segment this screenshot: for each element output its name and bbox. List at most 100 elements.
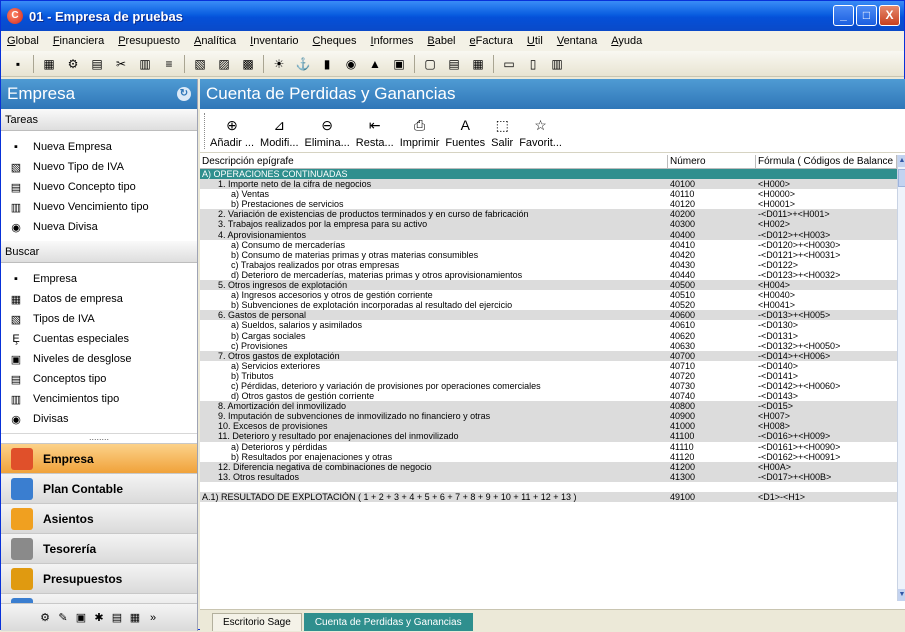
menu-presupuesto[interactable]: Presupuesto: [118, 35, 180, 47]
table-row[interactable]: b) Prestaciones de servicios 40120 <H0001>: [200, 199, 897, 209]
toolbar-grip[interactable]: [204, 113, 207, 149]
table-row[interactable]: d) Otros gastos de gestión corriente 4074…: [200, 391, 897, 401]
more-icon[interactable]: »: [146, 610, 161, 625]
module2-icon[interactable]: ✎: [56, 610, 71, 625]
table-row[interactable]: a) Ventas 40110 <H0000>: [200, 189, 897, 199]
tab-perdidas-ganancias[interactable]: Cuenta de Perdidas y Ganancias: [303, 613, 473, 631]
close-button[interactable]: X: [879, 5, 900, 26]
menu-financiera[interactable]: Financiera: [53, 35, 104, 47]
table-row[interactable]: 2. Variación de existencias de productos…: [200, 209, 897, 220]
menu-global[interactable]: Global: [7, 35, 39, 47]
dh-icon[interactable]: ▩: [239, 55, 257, 73]
table-icon[interactable]: ▤: [445, 55, 463, 73]
table-row[interactable]: 7. Otros gastos de explotación 40700 -<D01…: [200, 350, 897, 361]
tab-escritorio-sage[interactable]: Escritorio Sage: [212, 613, 302, 631]
bulb-icon[interactable]: ☀: [270, 55, 288, 73]
print-preview-icon[interactable]: ▢: [421, 55, 439, 73]
scroll-down-arrow[interactable]: ▼: [898, 589, 905, 601]
tasks-section-header[interactable]: Tareas: [1, 109, 197, 131]
column-header-formula[interactable]: Fórmula ( Códigos de Balance ): [756, 155, 897, 168]
scroll-up-arrow[interactable]: ▲: [898, 155, 905, 167]
table-row[interactable]: c) Pérdidas, deterioro y variación de pr…: [200, 381, 897, 391]
favorites-button[interactable]: ☆ Favorit...: [519, 117, 562, 152]
book-icon[interactable]: ▨: [215, 55, 233, 73]
be-icon[interactable]: ▥: [136, 55, 154, 73]
nav-presupuestos[interactable]: Presupuestos: [1, 563, 197, 593]
menu-efactura[interactable]: eFactura: [470, 35, 513, 47]
nav-asientos[interactable]: Asientos: [1, 503, 197, 533]
table-row[interactable]: a) Deterioros y pérdidas 41110 -<D0161>+<H…: [200, 442, 897, 452]
table-row[interactable]: 6. Gastos de personal 40600 -<D013>+<H005>: [200, 310, 897, 321]
search-item[interactable]: ▦ Datos de empresa: [1, 289, 197, 309]
menu-analitica[interactable]: Analítica: [194, 35, 236, 47]
tools-icon[interactable]: ✂: [112, 55, 130, 73]
table-row[interactable]: 11. Deterioro y resultado por enajenacio…: [200, 431, 897, 442]
list-icon[interactable]: ≡: [160, 55, 178, 73]
table-row[interactable]: a) Consumo de mercaderías 40410 -<D0120>+<…: [200, 240, 897, 250]
task-item[interactable]: ▤ Nuevo Concepto tipo: [1, 177, 197, 197]
table-row[interactable]: b) Consumo de materias primas y otras ma…: [200, 250, 897, 260]
nav-empresa[interactable]: Empresa: [1, 443, 197, 473]
search-item[interactable]: ◉ Divisas: [1, 409, 197, 429]
column-header-description[interactable]: Descripción epígrafe: [200, 155, 668, 168]
table-row[interactable]: 12. Diferencia negativa de combinaciones…: [200, 461, 897, 472]
calculator-icon[interactable]: ▤: [88, 55, 106, 73]
table-row[interactable]: a) Servicios exteriores 40710 -<D0140>: [200, 361, 897, 371]
table-row[interactable]: a) Ingresos accesorios y otros de gestió…: [200, 290, 897, 300]
table-row[interactable]: b) Cargas sociales 40620 -<D0131>: [200, 331, 897, 341]
table-row[interactable]: 8. Amortización del inmovilizado 40800 -<D…: [200, 401, 897, 412]
refresh-icon[interactable]: ↻: [177, 87, 191, 101]
table-row[interactable]: 9. Imputación de subvenciones de inmovil…: [200, 411, 897, 422]
table-row[interactable]: 4. Aprovisionamientos 40400 -<D012>+<H003>: [200, 229, 897, 240]
setup-icon[interactable]: ⚙: [64, 55, 82, 73]
search-item[interactable]: ▧ Tipos de IVA: [1, 309, 197, 329]
task-item[interactable]: ◉ Nueva Divisa: [1, 217, 197, 237]
print-button[interactable]: ⎙ Imprimir: [400, 117, 440, 152]
table-row[interactable]: 10. Excesos de provisiones 41000 <H008>: [200, 421, 897, 432]
module1-icon[interactable]: ⚙: [38, 610, 53, 625]
image-icon[interactable]: ▭: [500, 55, 518, 73]
money-icon[interactable]: ◉: [342, 55, 360, 73]
menu-babel[interactable]: Babel: [427, 35, 455, 47]
grid-icon[interactable]: ▦: [40, 55, 58, 73]
scroll-thumb[interactable]: [898, 169, 905, 187]
table-row[interactable]: d) Deterioro de mercaderías, materias pr…: [200, 270, 897, 280]
form-icon[interactable]: ▯: [524, 55, 542, 73]
table-row[interactable]: 1. Importe neto de la cifra de negocios 4…: [200, 179, 897, 190]
doc-icon[interactable]: ▣: [390, 55, 408, 73]
delete-button[interactable]: ⊖ Elimina...: [305, 117, 350, 152]
table-row[interactable]: 13. Otros resultados 41300 -<D017>+<H00B>: [200, 471, 897, 482]
task-item[interactable]: ▪ Nueva Empresa: [1, 137, 197, 157]
search-item[interactable]: ▤ Conceptos tipo: [1, 369, 197, 389]
search-item[interactable]: Ȩ Cuentas especiales: [1, 329, 197, 349]
search-section-header[interactable]: Buscar: [1, 241, 197, 263]
exit-button[interactable]: ⬚ Salir: [491, 117, 513, 152]
search-item[interactable]: ▣ Niveles de desglose: [1, 349, 197, 369]
report-icon[interactable]: ▧: [191, 55, 209, 73]
new-icon[interactable]: ▪: [9, 55, 27, 73]
table-row[interactable]: a) Sueldos, salarios y asimilados 40610 -<…: [200, 320, 897, 330]
chart-icon[interactable]: ▲: [366, 55, 384, 73]
restore-button[interactable]: ⇤ Resta...: [356, 117, 394, 152]
table-row[interactable]: b) Resultados por enajenaciones y otras 4…: [200, 452, 897, 462]
table-row[interactable]: A) OPERACIONES CONTINUADAS: [200, 169, 897, 180]
calc-icon[interactable]: ▥: [548, 55, 566, 73]
nav-tesoreria[interactable]: Tesorería: [1, 533, 197, 563]
table-row[interactable]: 5. Otros ingresos de explotación 40500 <H0…: [200, 280, 897, 291]
add-button[interactable]: ⊕ Añadir ...: [210, 117, 254, 152]
module3-icon[interactable]: ▣: [74, 610, 89, 625]
module4-icon[interactable]: ✱: [92, 610, 107, 625]
menu-informes[interactable]: Informes: [371, 35, 414, 47]
table-row[interactable]: 3. Trabajos realizados por la empresa pa…: [200, 219, 897, 230]
link-icon[interactable]: ⚓: [294, 55, 312, 73]
table-row[interactable]: b) Tributos 40720 -<D0141>: [200, 371, 897, 381]
bookmark-icon[interactable]: ▮: [318, 55, 336, 73]
panel-splitter-grip[interactable]: ........: [1, 433, 197, 443]
task-item[interactable]: ▧ Nuevo Tipo de IVA: [1, 157, 197, 177]
vertical-scrollbar[interactable]: ▲ ▼: [897, 155, 905, 601]
menu-inventario[interactable]: Inventario: [250, 35, 298, 47]
search-item[interactable]: ▥ Vencimientos tipo: [1, 389, 197, 409]
menu-cheques[interactable]: Cheques: [313, 35, 357, 47]
menu-ayuda[interactable]: Ayuda: [611, 35, 642, 47]
table-row[interactable]: c) Trabajos realizados por otras empresa…: [200, 260, 897, 270]
